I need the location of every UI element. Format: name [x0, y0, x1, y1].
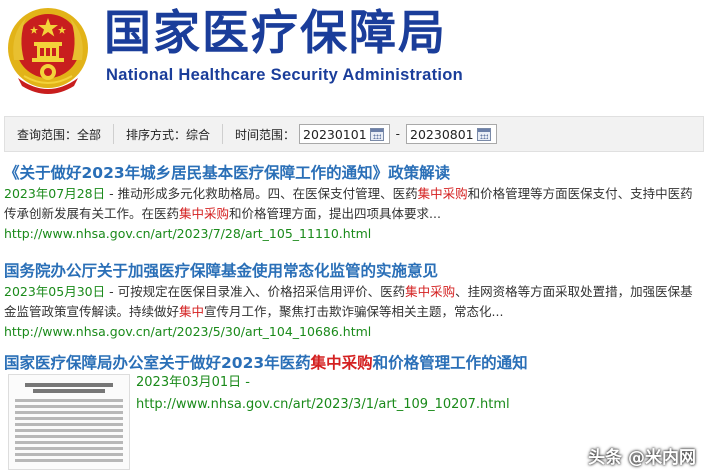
thumb-text-line	[15, 405, 123, 408]
site-title-chinese: 国家医疗保障局	[104, 6, 447, 61]
thumb-text-line	[15, 417, 123, 420]
search-filter-bar: 查询范围：全部 排序方式：综合 时间范围： 20230101 - 2023080…	[4, 116, 704, 152]
date-to-input[interactable]: 20230801	[406, 124, 497, 144]
title-highlight: 集中采购	[310, 354, 373, 372]
result-date: 2023年05月30日	[4, 284, 106, 299]
title-text: 国家医疗保障局办公室关于做好2023年医药	[4, 354, 311, 372]
result-title-link[interactable]: 国家医疗保障局办公室关于做好2023年医药集中采购和价格管理工作的通知	[4, 352, 704, 374]
calendar-icon[interactable]	[476, 127, 491, 141]
time-range-label: 时间范围：	[235, 127, 296, 142]
thumb-text-line	[15, 441, 123, 444]
calendar-icon[interactable]	[369, 127, 384, 141]
thumb-heading-line	[33, 389, 105, 393]
snippet-text: - 可按规定在医保目录准入、价格招采信用评价、医药	[105, 284, 406, 299]
snippet-text: 宣传月工作，聚焦打击欺诈骗保等相关主题，常态化...	[204, 304, 504, 319]
date-from-input[interactable]: 20230101	[299, 124, 390, 144]
thumb-text-line	[15, 429, 123, 432]
thumb-text-line	[15, 447, 123, 450]
thumb-text-line	[15, 423, 123, 426]
time-range-filter: 时间范围： 20230101 - 20230801	[223, 117, 513, 151]
date-to-value: 20230801	[410, 126, 474, 142]
thumb-text-line	[15, 453, 123, 456]
snippet-highlight: 集中采购	[405, 284, 456, 299]
snippet-highlight: 集中采购	[417, 186, 468, 201]
thumb-text-line	[15, 411, 123, 414]
national-emblem-icon	[8, 8, 88, 94]
result-title-link[interactable]: 国务院办公厅关于加强医疗保障基金使用常态化监管的实施意见	[4, 260, 704, 282]
document-thumbnail[interactable]	[8, 374, 130, 470]
result-snippet: 2023年03月01日 -	[136, 372, 510, 394]
result-date: 2023年03月01日	[136, 375, 242, 390]
snippet-highlight: 集中	[179, 304, 205, 319]
result-url[interactable]: http://www.nhsa.gov.cn/art/2023/7/28/art…	[4, 224, 704, 244]
search-result: 国务院办公厅关于加强医疗保障基金使用常态化监管的实施意见 2023年05月30日…	[4, 260, 704, 342]
result-body: 2023年03月01日 - http://www.nhsa.gov.cn/art…	[136, 372, 510, 416]
thumb-text-line	[15, 399, 123, 402]
snippet-text: 和价格管理方面，提出四项具体要求...	[229, 206, 441, 221]
result-snippet: 2023年05月30日 - 可按规定在医保目录准入、价格招采信用评价、医药集中采…	[4, 282, 704, 322]
search-result: 《关于做好2023年城乡居民基本医疗保障工作的通知》政策解读 2023年07月2…	[4, 162, 704, 244]
watermark-text: 头条 @米内网	[588, 448, 696, 468]
site-title-english: National Healthcare Security Administrat…	[106, 66, 464, 84]
result-date: 2023年07月28日	[4, 186, 106, 201]
scope-filter[interactable]: 查询范围：全部	[5, 117, 113, 151]
date-range-dash: -	[395, 127, 401, 141]
sort-filter[interactable]: 排序方式：综合	[114, 117, 222, 151]
thumb-text-line	[15, 435, 123, 438]
result-snippet: 2023年07月28日 - 推动形成多元化救助格局。四、在医保支付管理、医药集中…	[4, 184, 704, 224]
snippet-highlight: 集中采购	[179, 206, 230, 221]
date-from-value: 20230101	[303, 126, 367, 142]
thumb-text-line	[15, 459, 123, 462]
result-url[interactable]: http://www.nhsa.gov.cn/art/2023/5/30/art…	[4, 322, 704, 342]
title-text: 和价格管理工作的通知	[372, 354, 528, 372]
snippet-text: - 推动形成多元化救助格局。四、在医保支付管理、医药	[105, 186, 418, 201]
result-title-link[interactable]: 《关于做好2023年城乡居民基本医疗保障工作的通知》政策解读	[4, 162, 704, 184]
search-result: 国家医疗保障局办公室关于做好2023年医药集中采购和价格管理工作的通知 2023…	[4, 352, 704, 470]
result-url[interactable]: http://www.nhsa.gov.cn/art/2023/3/1/art_…	[136, 394, 510, 416]
site-header: 国家医疗保障局 National Healthcare Security Adm…	[0, 0, 708, 108]
snippet-text: -	[241, 375, 250, 390]
thumb-heading-line	[25, 383, 113, 387]
